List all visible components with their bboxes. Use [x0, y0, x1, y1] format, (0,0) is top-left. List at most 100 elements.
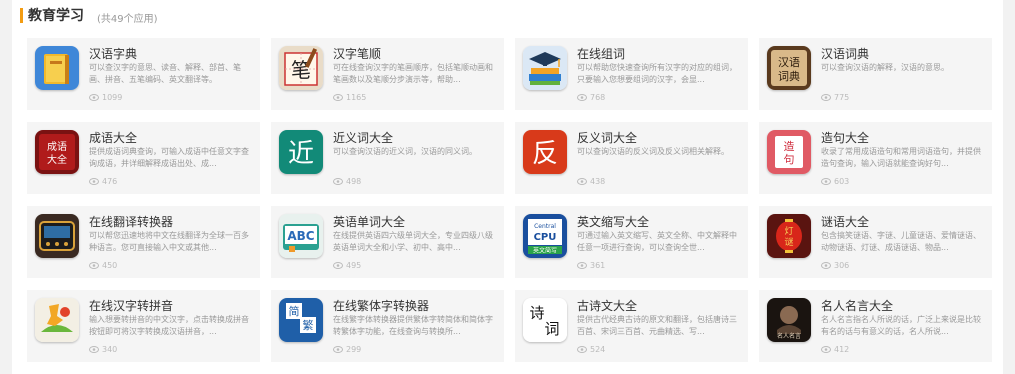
app-card[interactable]: 造句 造句大全 收录了常用成语造句和常用词语造句，并提供造句查询，输入词语就能查…	[759, 122, 992, 194]
view-count-value: 498	[346, 177, 362, 186]
section-app-count: (共49个应用)	[97, 14, 158, 25]
view-count: 495	[333, 261, 361, 270]
eye-icon	[577, 262, 587, 269]
app-card[interactable]: 简繁 在线繁体字转换器 在线繁字体转换器提供繁体字转简体和简体字转繁体字功能，在…	[271, 290, 504, 362]
eye-icon	[89, 178, 99, 185]
app-card[interactable]: Central CPU 英文简写 英文缩写大全 可通过输入英文缩写、英文全称、中文解…	[515, 206, 748, 278]
view-count-value: 495	[346, 261, 362, 270]
icon-text-chengyu-top: 成语	[47, 141, 67, 153]
eye-icon	[821, 262, 831, 269]
app-description: 输入想要转拼音的中文汉字，点击转换成拼音按钮即可将汉字转换成汉语拼音，...	[89, 315, 249, 336]
app-name: 英文缩写大全	[577, 215, 650, 229]
app-card[interactable]: 汉语字典 可以查汉字的意思、读音、解释、部首、笔画、拼音、五笔编码、英文翻译等。…	[27, 38, 260, 110]
view-count-value: 438	[590, 177, 606, 186]
view-count: 524	[577, 345, 605, 354]
view-count-value: 450	[102, 261, 118, 270]
brush-stroke-icon: 笔	[279, 46, 323, 90]
icon-text-fan: 反	[532, 139, 558, 169]
app-card[interactable]: 成语 大全 成语大全 提供成语词典查询，可输入成语中任意文字查询成语，并详细解释成…	[27, 122, 260, 194]
app-description: 在线提供英语四六级单词大全，专业四级八级英语单词大全和小学、初中、高中...	[333, 231, 493, 252]
icon-text-fanti: 繁	[303, 318, 314, 332]
app-description: 可以查询汉语的反义词及反义词相关解释。	[577, 147, 729, 156]
app-description: 提供古代经典古诗的原文和翻译，包括唐诗三百首、宋词三百首、元曲精选、写...	[577, 315, 737, 336]
view-count-value: 299	[346, 345, 362, 354]
view-count-value: 361	[590, 261, 606, 270]
app-card[interactable]: 在线汉字转拼音 输入想要转拼音的中文汉字，点击转换成拼音按钮即可将汉字转换成汉语…	[27, 290, 260, 362]
app-name: 成语大全	[89, 131, 138, 145]
view-count-value: 476	[102, 177, 118, 186]
app-description: 可以帮助您快速查询所有汉字的对应的组词，只要输入您想要组词的汉字，会显...	[577, 63, 737, 84]
view-count: 476	[89, 177, 117, 186]
app-description: 包含搞笑谜语、字谜、儿童谜语、爱情谜语、动物谜语、灯谜、成语谜语、物品...	[821, 231, 981, 252]
app-name: 在线组词	[577, 47, 626, 61]
view-count-value: 340	[102, 345, 118, 354]
icon-text-mi: 谜	[784, 237, 793, 248]
view-count-value: 768	[590, 93, 606, 102]
view-count: 438	[577, 177, 605, 186]
ci-dian-icon: 汉语 词典	[767, 46, 811, 90]
view-count-value: 412	[834, 345, 850, 354]
view-count: 361	[577, 261, 605, 270]
app-card[interactable]: 名人名言 名人名言大全 名人名言指名人所说的话，广泛上来说是比较有名的话与有意义…	[759, 290, 992, 362]
app-card[interactable]: 诗词 古诗文大全 提供古代经典古诗的原文和翻译，包括唐诗三百首、宋词三百首、元曲…	[515, 290, 748, 362]
shi-ci-icon: 诗词	[523, 298, 567, 342]
eye-icon	[89, 262, 99, 269]
zaoju-icon: 造句	[767, 130, 811, 174]
dictionary-book-icon	[35, 46, 79, 90]
section-header: 教育学习 (共49个应用)	[12, 0, 1003, 30]
view-count-value: 1165	[346, 93, 367, 102]
app-card[interactable]: 在线翻译转换器 可以帮您迅速地将中文在线翻译为全球一百多种语言。您可直接输入中文…	[27, 206, 260, 278]
view-count: 450	[89, 261, 117, 270]
view-count: 603	[821, 177, 849, 186]
app-card[interactable]: 反 反义词大全 可以查询汉语的反义词及反义词相关解释。 438	[515, 122, 748, 194]
app-description: 可在线查询汉字的笔画顺序，包括笔顺动画和笔画数以及笔顺分步演示等，帮助...	[333, 63, 493, 84]
view-count: 306	[821, 261, 849, 270]
icon-text-cpu-bottom: 英文简写	[533, 247, 557, 255]
eye-icon	[333, 262, 343, 269]
icon-text-cidian-top: 汉语	[778, 56, 800, 69]
fan-char-icon: 反	[523, 130, 567, 174]
app-card[interactable]: 在线组词 可以帮助您快速查询所有汉字的对应的组词，只要输入您想要组词的汉字，会显…	[515, 38, 748, 110]
app-name: 名人名言大全	[821, 299, 894, 313]
icon-text-mingren: 名人名言	[777, 332, 801, 340]
jin-char-icon: 近	[279, 130, 323, 174]
app-description: 在线繁字体转换器提供繁体字转简体和简体字转繁体字功能，在线查询与转换所...	[333, 315, 493, 336]
icon-text-deng: 灯	[784, 226, 793, 237]
view-count: 768	[577, 93, 605, 102]
app-card[interactable]: 灯谜 谜语大全 包含搞笑谜语、字谜、儿童谜语、爱情谜语、动物谜语、灯谜、成语谜语…	[759, 206, 992, 278]
section-title: 教育学习	[28, 8, 84, 24]
education-section-panel: 教育学习 (共49个应用) 汉语字典 可以查汉字的意思、读音、解释、部首、笔画、…	[12, 0, 1003, 374]
view-count: 1165	[333, 93, 366, 102]
icon-text-jian: 简	[289, 304, 300, 318]
view-count: 1099	[89, 93, 122, 102]
app-description: 收录了常用成语造句和常用词语造句，并提供造句查询，输入词语就能查询好句...	[821, 147, 981, 168]
icon-text-chengyu-bottom: 大全	[47, 153, 67, 166]
translator-icon	[35, 214, 79, 258]
lantern-riddle-icon: 灯谜	[767, 214, 811, 258]
view-count: 299	[333, 345, 361, 354]
icon-text-ci: 词	[544, 320, 559, 338]
famous-quote-icon: 名人名言	[767, 298, 811, 342]
eye-icon	[821, 178, 831, 185]
app-card[interactable]: 笔 汉字笔顺 可在线查询汉字的笔画顺序，包括笔顺动画和笔画数以及笔顺分步演示等，…	[271, 38, 504, 110]
view-count: 340	[89, 345, 117, 354]
app-description: 可以查询汉语的解释，汉语的意思。	[821, 63, 949, 72]
view-count-value: 1099	[102, 93, 123, 102]
icon-text-abc: ABC	[287, 229, 314, 243]
app-name: 在线繁体字转换器	[333, 299, 430, 313]
eye-icon	[333, 94, 343, 101]
app-card[interactable]: 近 近义词大全 可以查询汉语的近义词，汉语的同义词。 498	[271, 122, 504, 194]
icon-text-jin: 近	[288, 139, 314, 169]
app-card[interactable]: 汉语 词典 汉语词典 可以查询汉语的解释，汉语的意思。 775	[759, 38, 992, 110]
section-accent-bar	[20, 8, 23, 23]
eye-icon	[89, 94, 99, 101]
view-count-value: 603	[834, 177, 850, 186]
view-count: 412	[821, 345, 849, 354]
eye-icon	[89, 346, 99, 353]
icon-text-cidian-bottom: 词典	[778, 69, 800, 83]
icon-text-shi: 诗	[529, 304, 544, 322]
app-name: 谜语大全	[821, 215, 870, 229]
app-card[interactable]: ABC 英语单词大全 在线提供英语四六级单词大全，专业四级八级英语单词大全和小学…	[271, 206, 504, 278]
eye-icon	[333, 346, 343, 353]
cpu-central-icon: Central CPU 英文简写	[523, 214, 567, 258]
